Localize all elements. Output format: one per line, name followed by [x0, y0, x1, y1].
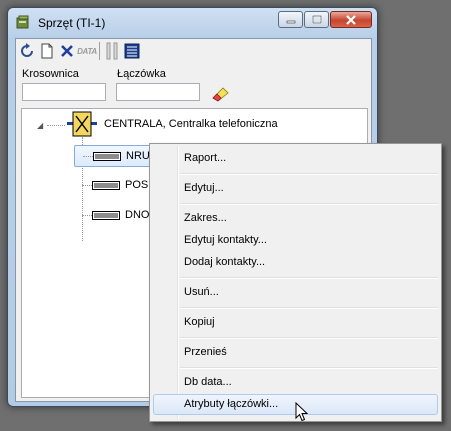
menu-item-edytuj[interactable]: Edytuj... — [153, 178, 438, 199]
menu-separator — [180, 367, 438, 369]
switchboard-icon — [67, 111, 97, 137]
list-button[interactable] — [123, 42, 141, 60]
laczowka-label: Łączówka — [117, 68, 166, 80]
tree-item-label: DNO — [125, 209, 150, 221]
refresh-button[interactable] — [18, 42, 36, 60]
menu-separator — [180, 203, 438, 205]
tree-item-label: NRU — [126, 150, 150, 162]
close-button[interactable] — [330, 11, 372, 28]
menu-item-kopiuj[interactable]: Kopiuj — [153, 312, 438, 333]
menu-separator — [180, 277, 438, 279]
data-icon: DATA — [77, 46, 97, 56]
krosownica-label: Krosownica — [22, 68, 79, 80]
eraser-icon[interactable] — [211, 84, 231, 102]
menu-item-edytuj-kontakty[interactable]: Edytuj kontakty... — [153, 230, 438, 251]
menu-separator — [180, 337, 438, 339]
maximize-button[interactable] — [304, 11, 329, 28]
columns-button[interactable] — [103, 42, 121, 60]
menu-item-dodaj-kontakty[interactable]: Dodaj kontakty... — [153, 252, 438, 273]
minimize-icon — [286, 20, 295, 23]
refresh-icon — [21, 43, 33, 57]
tree-connector — [47, 125, 65, 126]
tree-root-label[interactable]: CENTRALA, Centralka telefoniczna — [104, 118, 278, 130]
app-icon — [16, 15, 29, 29]
tree-connector — [82, 215, 92, 216]
new-document-icon — [41, 43, 53, 59]
toolbar-separator — [99, 42, 100, 60]
minimize-button[interactable] — [278, 11, 303, 28]
krosownica-input[interactable] — [22, 83, 106, 101]
menu-item-przenies[interactable]: Przenieś — [153, 342, 438, 363]
menu-item-db-data[interactable]: Db data... — [153, 372, 438, 393]
menu-separator — [180, 307, 438, 309]
toolbar: DATA — [18, 42, 141, 62]
tree-connector — [83, 156, 93, 157]
terminal-block-icon — [93, 152, 121, 161]
menu-item-usun[interactable]: Usuń... — [153, 282, 438, 303]
delete-button[interactable] — [58, 42, 76, 60]
menu-item-raport[interactable]: Raport... — [153, 148, 438, 169]
window-title: Sprzęt (TI-1) — [38, 16, 106, 30]
title-bar[interactable]: Sprzęt (TI-1) — [8, 8, 377, 38]
terminal-block-icon — [92, 181, 120, 190]
tree-connector — [82, 185, 92, 186]
menu-separator — [180, 173, 438, 175]
close-icon — [346, 14, 356, 25]
delete-icon — [61, 45, 73, 57]
tree-item-label: POS — [125, 179, 149, 191]
terminal-block-icon — [92, 211, 120, 220]
menu-item-zakres[interactable]: Zakres... — [153, 208, 438, 229]
list-icon — [124, 43, 140, 59]
laczowka-input[interactable] — [116, 83, 200, 101]
expand-toggle-icon[interactable]: ◢ — [37, 121, 43, 130]
mouse-pointer-icon — [295, 402, 309, 422]
maximize-icon — [311, 15, 322, 24]
columns-icon — [106, 42, 118, 60]
new-document-button[interactable] — [38, 42, 56, 60]
context-menu: Raport... Edytuj... Zakres... Edytuj kon… — [149, 143, 442, 422]
data-button[interactable]: DATA — [77, 42, 97, 60]
